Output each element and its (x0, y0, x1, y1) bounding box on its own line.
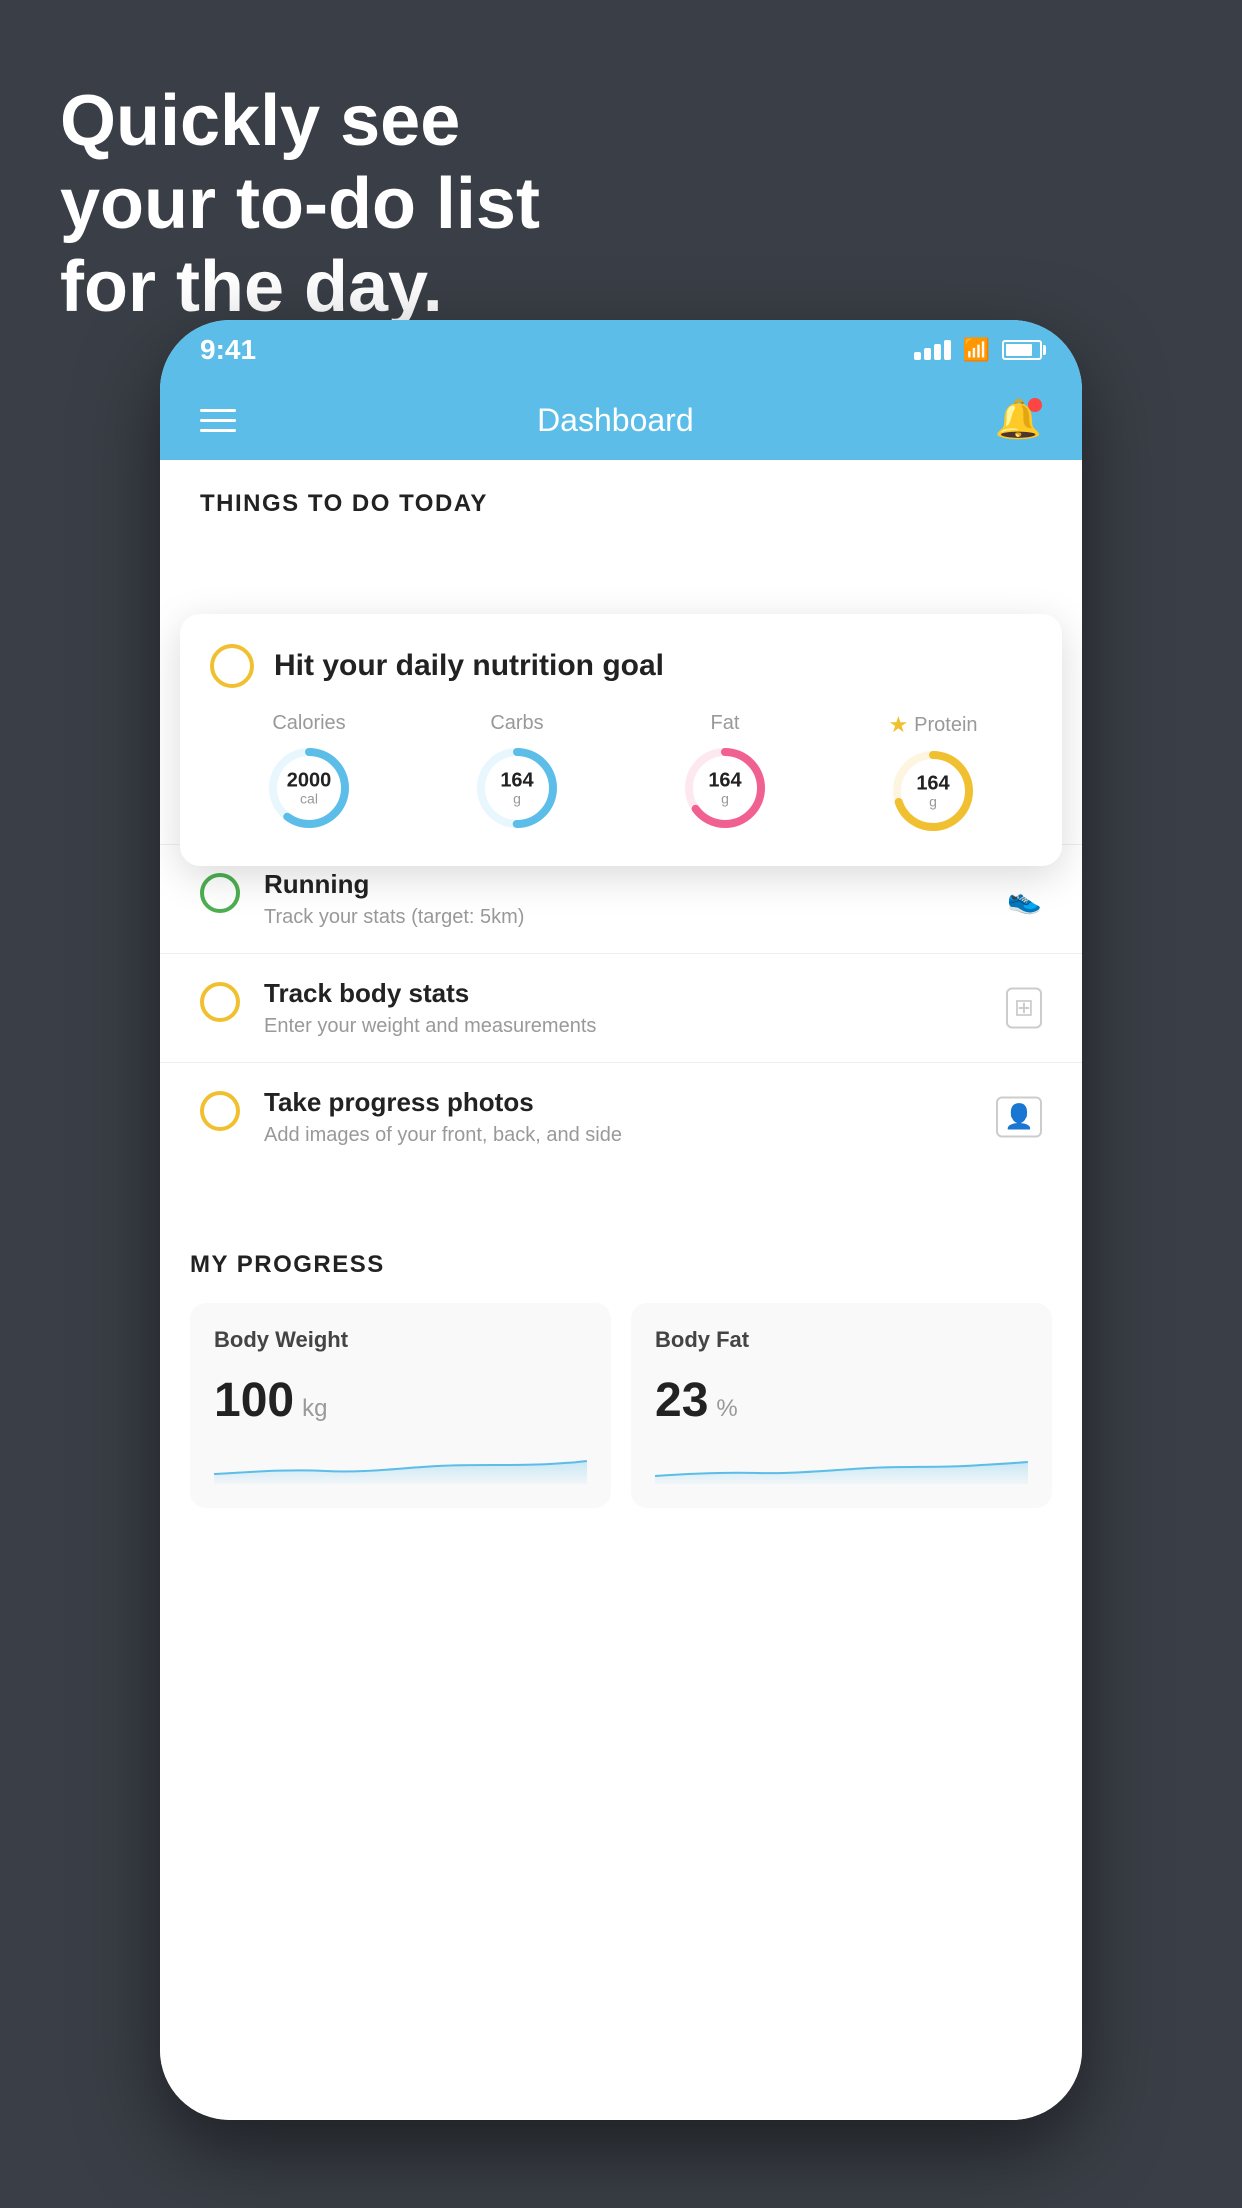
todo-bodystats-circle (200, 982, 240, 1022)
background-headline: Quickly see your to-do list for the day. (60, 80, 540, 328)
things-today-title: THINGS TO DO TODAY (200, 490, 488, 517)
macro-calories-label: Calories (272, 712, 345, 735)
todo-running-circle (200, 873, 240, 913)
notification-dot (1028, 398, 1042, 412)
photos-icon: 👤 (996, 1097, 1042, 1138)
macro-protein-label: Protein (914, 714, 977, 737)
body-fat-value: 23 (655, 1373, 708, 1428)
hamburger-menu[interactable] (200, 409, 236, 432)
todo-item-photos[interactable]: Take progress photos Add images of your … (160, 1062, 1082, 1171)
battery-icon (1002, 340, 1042, 360)
body-weight-card[interactable]: Body Weight 100 kg (190, 1303, 611, 1508)
nutrition-card-title: Hit your daily nutrition goal (274, 649, 664, 683)
body-weight-value-row: 100 kg (214, 1373, 587, 1428)
body-fat-chart (655, 1444, 1028, 1484)
phone-content: THINGS TO DO TODAY Hit your daily nutrit… (160, 460, 1082, 2120)
star-icon: ★ (888, 712, 908, 738)
macro-calories: Calories 2000 cal (264, 712, 354, 836)
notification-bell-button[interactable]: 🔔 (995, 398, 1042, 442)
phone-frame: 9:41 📶 Dashboard 🔔 THINGS TO (160, 320, 1082, 2120)
wifi-icon: 📶 (963, 337, 990, 363)
macro-protein: ★ Protein 164 g (888, 712, 978, 836)
nav-bar: Dashboard 🔔 (160, 380, 1082, 460)
macro-carbs-circle: 164 g (472, 743, 562, 833)
body-fat-unit: % (716, 1395, 737, 1423)
body-weight-card-title: Body Weight (214, 1327, 587, 1353)
progress-section: MY PROGRESS Body Weight 100 kg (160, 1211, 1082, 1538)
progress-cards: Body Weight 100 kg (190, 1303, 1052, 1508)
things-today-header: THINGS TO DO TODAY (160, 460, 1082, 534)
nutrition-check-circle[interactable] (210, 644, 254, 688)
body-fat-card[interactable]: Body Fat 23 % (631, 1303, 1052, 1508)
todo-item-body-stats[interactable]: Track body stats Enter your weight and m… (160, 953, 1082, 1062)
nutrition-card: Hit your daily nutrition goal Calories (180, 614, 1062, 866)
status-icons: 📶 (914, 337, 1042, 363)
body-weight-unit: kg (302, 1395, 327, 1423)
body-fat-value-row: 23 % (655, 1373, 1028, 1428)
macro-fat: Fat 164 g (680, 712, 770, 836)
running-icon: 👟 (1007, 883, 1042, 916)
todo-photos-circle (200, 1091, 240, 1131)
macro-protein-circle: 164 g (888, 746, 978, 836)
todo-photos-text: Take progress photos Add images of your … (264, 1087, 1042, 1147)
status-time: 9:41 (200, 334, 256, 366)
macros-row: Calories 2000 cal (210, 712, 1032, 836)
body-stats-icon: ⊞ (1006, 988, 1042, 1029)
macro-fat-circle: 164 g (680, 743, 770, 833)
signal-icon (914, 340, 951, 360)
nav-title: Dashboard (537, 402, 694, 439)
body-fat-card-title: Body Fat (655, 1327, 1028, 1353)
macro-carbs-label: Carbs (490, 712, 543, 735)
body-weight-value: 100 (214, 1373, 294, 1428)
macro-fat-label: Fat (711, 712, 740, 735)
todo-bodystats-text: Track body stats Enter your weight and m… (264, 978, 1042, 1038)
body-weight-chart (214, 1444, 587, 1484)
status-bar: 9:41 📶 (160, 320, 1082, 380)
macro-calories-circle: 2000 cal (264, 743, 354, 833)
todo-running-text: Running Track your stats (target: 5km) (264, 869, 1042, 929)
macro-carbs: Carbs 164 g (472, 712, 562, 836)
progress-section-title: MY PROGRESS (190, 1251, 1052, 1279)
